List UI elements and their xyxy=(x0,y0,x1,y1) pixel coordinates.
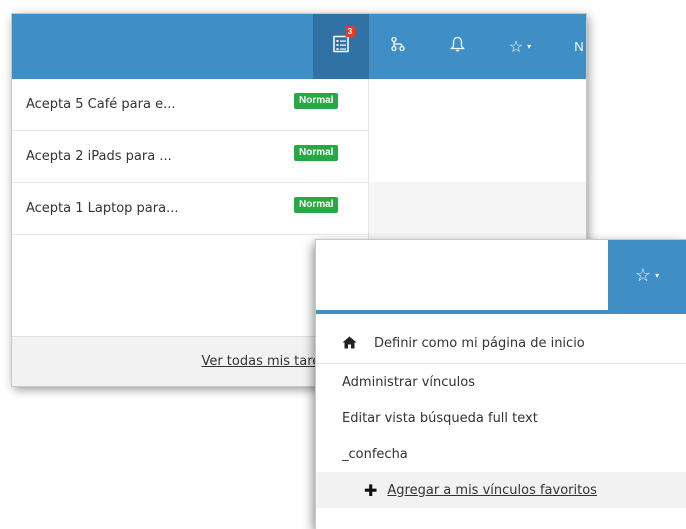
tasks-list-icon xyxy=(333,35,349,58)
top-navbar: 3 ☆ ▾ N xyxy=(12,14,586,79)
priority-badge: Normal xyxy=(294,197,339,213)
plus-icon: ✚ xyxy=(364,480,378,500)
tasks-count-badge: 3 xyxy=(345,26,355,37)
add-favorite-label: Agregar a mis vínculos favoritos xyxy=(387,482,597,498)
favorites-toggle-button[interactable]: ☆ ▾ xyxy=(608,240,686,310)
task-item[interactable]: Acepta 1 Laptop para... Normal xyxy=(12,183,368,235)
dropdown-top-border xyxy=(316,310,686,314)
bell-icon xyxy=(449,36,465,57)
chevron-down-icon: ▾ xyxy=(527,42,532,51)
user-menu-label: N xyxy=(574,39,584,54)
hierarchy-icon xyxy=(390,36,406,57)
favorites-nav-button[interactable]: ☆ ▾ xyxy=(496,14,544,79)
confecha-link-item[interactable]: _confecha xyxy=(316,436,686,472)
priority-badge: Normal xyxy=(294,145,339,161)
favorites-dropdown-window: ☆ ▾ Definir como mi página de inicio Adm… xyxy=(316,240,686,529)
task-item[interactable]: Acepta 2 iPads para ... Normal xyxy=(12,131,368,183)
task-item[interactable]: Acepta 5 Café para e... Normal xyxy=(12,79,368,131)
confecha-link-label: _confecha xyxy=(342,446,408,462)
notifications-nav-button[interactable] xyxy=(437,14,477,79)
task-label: Acepta 5 Café para e... xyxy=(26,97,176,112)
manage-links-item[interactable]: Administrar vínculos xyxy=(316,364,686,400)
home-icon xyxy=(342,335,362,353)
hierarchy-nav-button[interactable] xyxy=(378,14,418,79)
set-homepage-item[interactable]: Definir como mi página de inicio xyxy=(316,324,686,364)
star-outline-icon: ☆ xyxy=(508,38,524,56)
add-favorite-item[interactable]: ✚ Agregar a mis vínculos favoritos xyxy=(316,472,686,508)
set-homepage-label: Definir como mi página de inicio xyxy=(374,336,585,351)
star-outline-icon: ☆ xyxy=(634,264,652,285)
manage-links-label: Administrar vínculos xyxy=(342,374,475,390)
edit-fulltext-view-item[interactable]: Editar vista búsqueda full text xyxy=(316,400,686,436)
priority-badge: Normal xyxy=(294,93,339,109)
edit-fulltext-view-label: Editar vista búsqueda full text xyxy=(342,410,538,426)
tasks-nav-button[interactable]: 3 xyxy=(313,14,369,79)
task-label: Acepta 2 iPads para ... xyxy=(26,149,172,164)
chevron-down-icon: ▾ xyxy=(655,270,660,280)
favorites-menu: Definir como mi página de inicio Adminis… xyxy=(316,324,686,508)
user-menu-button[interactable]: N xyxy=(564,14,586,79)
task-label: Acepta 1 Laptop para... xyxy=(26,201,179,216)
